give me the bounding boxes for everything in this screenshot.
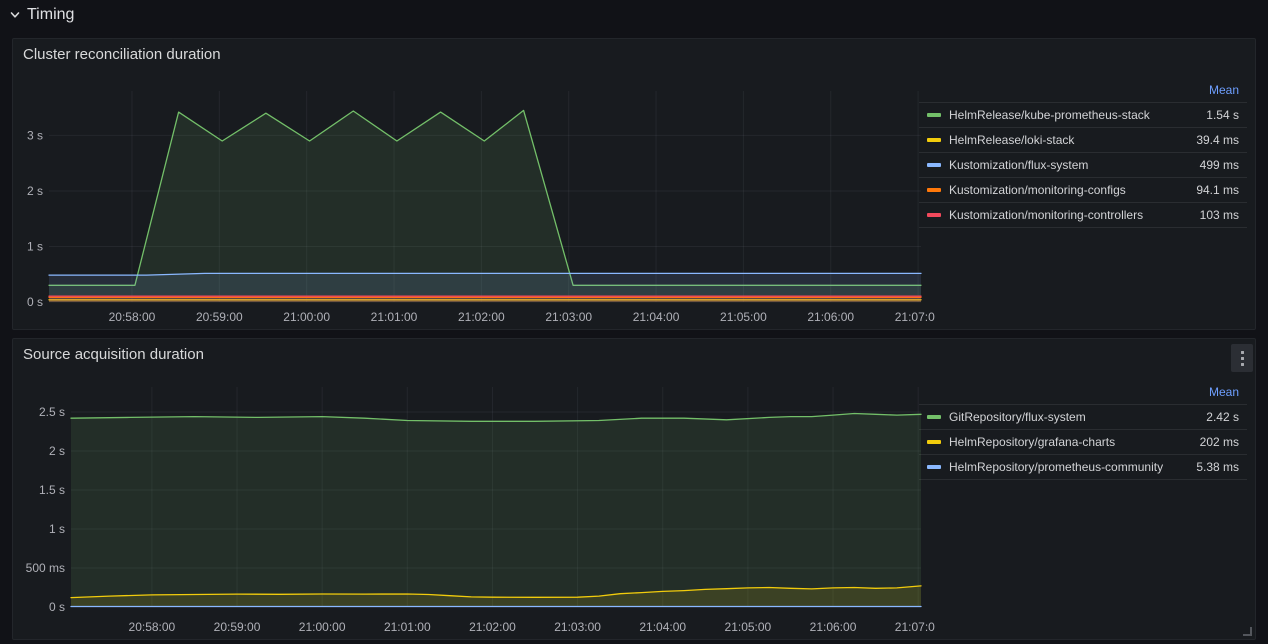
svg-text:20:58:00: 20:58:00 xyxy=(129,620,176,634)
legend-item[interactable]: HelmRelease/kube-prometheus-stack 1.54 s xyxy=(919,103,1247,128)
svg-text:1.5 s: 1.5 s xyxy=(39,483,65,497)
legend-series-label: HelmRelease/loki-stack xyxy=(949,133,1188,147)
svg-text:21:06:00: 21:06:00 xyxy=(810,620,857,634)
legend-mean-value: 5.38 ms xyxy=(1196,460,1239,474)
legend-rows: HelmRelease/kube-prometheus-stack1.54 sH… xyxy=(919,103,1247,228)
legend-mean-value: 39.4 ms xyxy=(1196,133,1239,147)
svg-text:2 s: 2 s xyxy=(49,444,65,458)
legend-mean-value: 1.54 s xyxy=(1206,108,1239,122)
svg-text:20:59:00: 20:59:00 xyxy=(214,620,261,634)
series-color-swatch-icon xyxy=(927,138,941,142)
svg-text:21:00:00: 21:00:00 xyxy=(283,310,330,324)
svg-text:500 ms: 500 ms xyxy=(26,561,65,575)
legend-rows: GitRepository/flux-system 2.42 s HelmRepos… xyxy=(919,405,1247,480)
svg-text:21:03:00: 21:03:00 xyxy=(554,620,601,634)
series-color-swatch-icon xyxy=(927,113,941,117)
panel-cluster-reconciliation-duration: Cluster reconciliation duration 0 s 1 s 2 … xyxy=(12,38,1256,330)
svg-text:21:00:00: 21:00:00 xyxy=(299,620,346,634)
legend-series-label: Kustomization/flux-system xyxy=(949,158,1192,172)
legend-item[interactable]: Kustomization/monitoring-configs 94.1 ms xyxy=(919,178,1247,203)
svg-text:2 s: 2 s xyxy=(27,184,43,198)
svg-text:21:03:00: 21:03:00 xyxy=(545,310,592,324)
legend-series-label: HelmRelease/kube-prometheus-stack xyxy=(949,108,1198,122)
legend-mean-value: 202 ms xyxy=(1200,435,1239,449)
time-series-chart-area[interactable]: 0 s 500 ms 1 s 1.5 s 2 s 2.5 s 20:58:00 20:59:0… xyxy=(13,379,935,641)
series-color-swatch-icon xyxy=(927,465,941,469)
panel-title[interactable]: Source acquisition duration xyxy=(23,346,204,363)
section-title: Timing xyxy=(27,6,74,24)
legend-mean-value: 499 ms xyxy=(1200,158,1239,172)
series-color-swatch-icon xyxy=(927,163,941,167)
svg-text:0 s: 0 s xyxy=(27,295,43,309)
chevron-down-icon xyxy=(8,8,22,22)
svg-text:1 s: 1 s xyxy=(27,239,43,253)
legend-item[interactable]: GitRepository/flux-system 2.42 s xyxy=(919,405,1247,430)
legend-series-label: HelmRepository/grafana-charts xyxy=(949,435,1192,449)
legend-mean-value: 94.1 ms xyxy=(1196,183,1239,197)
panel-source-acquisition-duration: Source acquisition duration 0 s 500 ms 1 s… xyxy=(12,338,1256,640)
svg-text:21:05:00: 21:05:00 xyxy=(725,620,772,634)
svg-text:21:02:00: 21:02:00 xyxy=(469,620,516,634)
svg-text:21:01:00: 21:01:00 xyxy=(371,310,418,324)
svg-text:21:05:00: 21:05:00 xyxy=(720,310,767,324)
legend-series-label: Kustomization/monitoring-controllers xyxy=(949,208,1192,222)
svg-text:21:06:00: 21:06:00 xyxy=(807,310,854,324)
legend-item[interactable]: HelmRepository/prometheus-community 5.38 … xyxy=(919,455,1247,480)
panel-resize-handle[interactable] xyxy=(1243,627,1252,636)
legend-item[interactable]: HelmRepository/grafana-charts 202 ms xyxy=(919,430,1247,455)
legend-mean-value: 2.42 s xyxy=(1206,410,1239,424)
time-series-plot[interactable]: 0 s 1 s 2 s 3 s 20:58:00 20:59:00 21:00:00 21:0… xyxy=(13,75,935,327)
legend: Mean GitRepository/flux-system 2.42 s Helm… xyxy=(919,379,1247,480)
time-series-chart-area[interactable]: 0 s 1 s 2 s 3 s 20:58:00 20:59:00 21:00:00 21:0… xyxy=(13,75,935,327)
svg-text:1 s: 1 s xyxy=(49,522,65,536)
legend-mean-column-header[interactable]: Mean xyxy=(919,77,1247,103)
svg-text:21:07:00: 21:07:00 xyxy=(895,310,935,324)
series-color-swatch-icon xyxy=(927,213,941,217)
legend-item[interactable]: HelmRelease/loki-stack 39.4 ms xyxy=(919,128,1247,153)
svg-text:2.5 s: 2.5 s xyxy=(39,405,65,419)
time-series-plot[interactable]: 0 s 500 ms 1 s 1.5 s 2 s 2.5 s 20:58:00 20:59:0… xyxy=(13,379,935,641)
svg-text:0 s: 0 s xyxy=(49,600,65,614)
series-color-swatch-icon xyxy=(927,188,941,192)
svg-text:21:04:00: 21:04:00 xyxy=(633,310,680,324)
legend-series-label: GitRepository/flux-system xyxy=(949,410,1198,424)
legend-series-label: HelmRepository/prometheus-community xyxy=(949,460,1188,474)
legend-item[interactable]: Kustomization/flux-system 499 ms xyxy=(919,153,1247,178)
legend-mean-value: 103 ms xyxy=(1200,208,1239,222)
svg-text:21:01:00: 21:01:00 xyxy=(384,620,431,634)
svg-text:20:59:00: 20:59:00 xyxy=(196,310,243,324)
legend: Mean HelmRelease/kube-prometheus-stack 1.… xyxy=(919,77,1247,228)
svg-text:3 s: 3 s xyxy=(27,128,43,142)
panel-menu-kebab-icon[interactable] xyxy=(1231,344,1253,372)
panel-title[interactable]: Cluster reconciliation duration xyxy=(23,46,221,63)
legend-item[interactable]: Kustomization/monitoring-controllers 103 … xyxy=(919,203,1247,228)
svg-text:21:02:00: 21:02:00 xyxy=(458,310,505,324)
svg-text:20:58:00: 20:58:00 xyxy=(109,310,156,324)
svg-text:21:04:00: 21:04:00 xyxy=(639,620,686,634)
legend-mean-column-header[interactable]: Mean xyxy=(919,379,1247,405)
legend-series-label: Kustomization/monitoring-configs xyxy=(949,183,1188,197)
section-header-timing[interactable]: Timing xyxy=(8,3,74,27)
series-color-swatch-icon xyxy=(927,415,941,419)
series-color-swatch-icon xyxy=(927,440,941,444)
svg-text:21:07:00: 21:07:00 xyxy=(895,620,935,634)
